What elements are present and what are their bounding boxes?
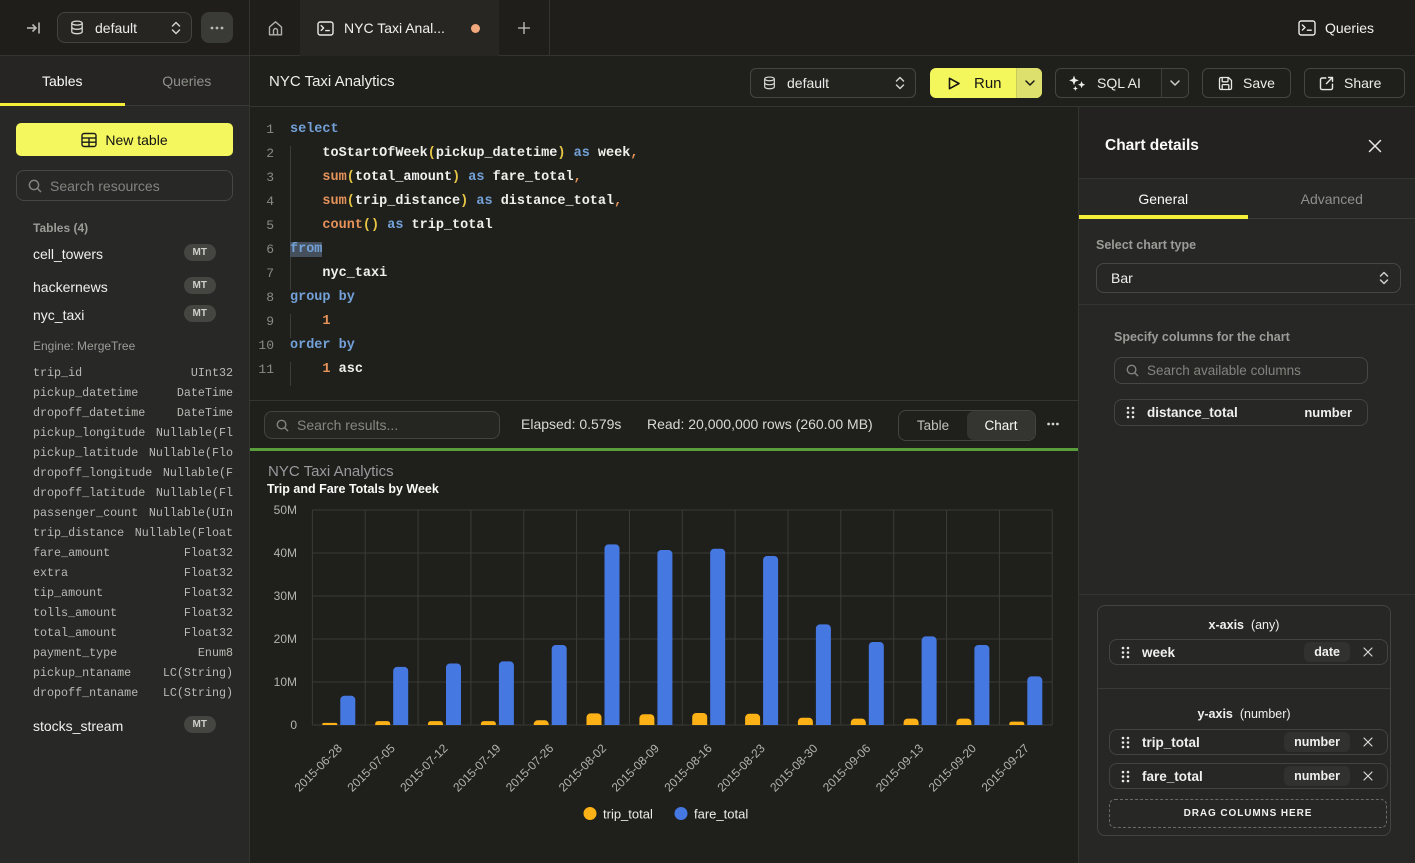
svg-text:40M: 40M: [274, 546, 297, 560]
svg-text:2015-08-16: 2015-08-16: [662, 741, 716, 795]
svg-text:2015-08-23: 2015-08-23: [714, 741, 768, 795]
svg-text:2015-09-27: 2015-09-27: [979, 741, 1033, 795]
svg-text:2015-09-20: 2015-09-20: [926, 741, 980, 795]
svg-text:30M: 30M: [274, 589, 297, 603]
svg-text:10M: 10M: [274, 675, 297, 689]
svg-text:trip_total: trip_total: [603, 807, 653, 822]
svg-text:fare_total: fare_total: [694, 807, 748, 822]
svg-text:20M: 20M: [274, 632, 297, 646]
svg-text:2015-08-30: 2015-08-30: [767, 741, 821, 795]
svg-text:2015-09-13: 2015-09-13: [873, 741, 927, 795]
svg-text:0: 0: [290, 718, 297, 732]
svg-text:2015-07-05: 2015-07-05: [345, 741, 399, 795]
svg-text:2015-07-19: 2015-07-19: [450, 741, 504, 795]
svg-text:2015-08-02: 2015-08-02: [556, 741, 610, 795]
svg-text:2015-06-28: 2015-06-28: [292, 741, 346, 795]
svg-text:2015-07-12: 2015-07-12: [397, 741, 451, 795]
svg-text:2015-08-09: 2015-08-09: [609, 741, 663, 795]
svg-text:2015-09-06: 2015-09-06: [820, 741, 874, 795]
svg-text:50M: 50M: [274, 503, 297, 517]
svg-text:2015-07-26: 2015-07-26: [503, 741, 557, 795]
